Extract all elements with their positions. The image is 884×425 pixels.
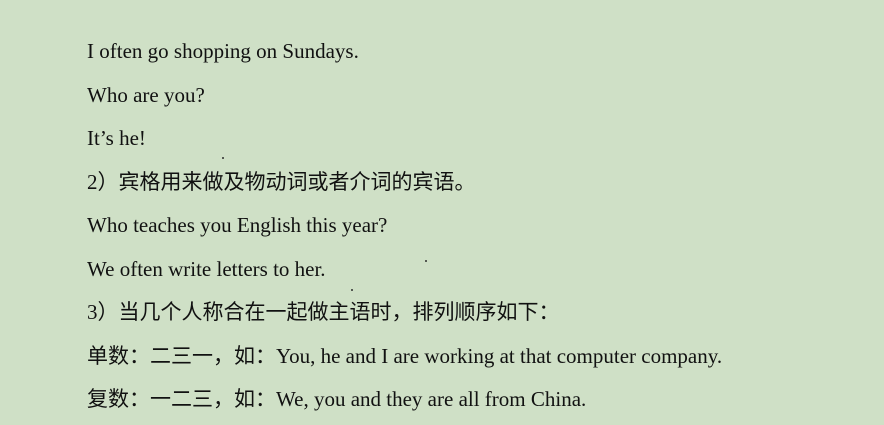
example-sentence: Who teaches you English this year?: [87, 213, 388, 237]
scan-speck: [222, 157, 224, 159]
plural-order-rule: 复数：一二三，如：We, you and they are all from C…: [87, 387, 587, 411]
rule-heading: 2）宾格用来做及物动词或者介词的宾语。: [87, 169, 476, 194]
example-sentence: It’s he!: [87, 126, 146, 150]
example-sentence: We often write letters to her.: [87, 256, 326, 281]
example-sentence: Who are you?: [87, 82, 205, 107]
document-page: I often go shopping on Sundays. Who are …: [0, 0, 884, 425]
scan-speck: [425, 260, 427, 262]
rule-heading: 3）当几个人称合在一起做主语时，排列顺序如下：: [87, 300, 560, 324]
singular-order-rule: 单数：二三一，如：You, he and I are working at th…: [87, 343, 723, 368]
example-sentence: I often go shopping on Sundays.: [87, 39, 359, 63]
scan-speck: [351, 289, 353, 291]
